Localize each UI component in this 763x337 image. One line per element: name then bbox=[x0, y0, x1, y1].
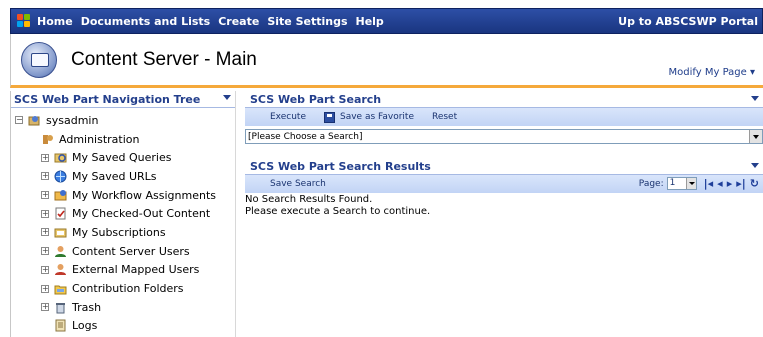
nav-help[interactable]: Help bbox=[356, 15, 384, 28]
tree-item-label: My Checked-Out Content bbox=[72, 207, 211, 221]
dropdown-arrow-icon[interactable] bbox=[749, 130, 762, 143]
users-icon bbox=[54, 245, 67, 258]
next-page-icon[interactable]: ▸ bbox=[727, 177, 733, 190]
saved-queries-icon bbox=[54, 151, 67, 164]
save-search-button[interactable]: Save Search bbox=[270, 179, 326, 189]
modify-my-page-link[interactable]: Modify My Page ▾ bbox=[669, 67, 755, 78]
floppy-disk-icon bbox=[324, 111, 335, 123]
expand-icon[interactable]: + bbox=[41, 303, 49, 312]
tree-item-label: My Workflow Assignments bbox=[72, 188, 216, 202]
navigation-tree-header: SCS Web Part Navigation Tree bbox=[11, 91, 235, 108]
sharepoint-logo-icon bbox=[17, 14, 31, 28]
tree-item-label: Logs bbox=[72, 319, 98, 333]
webpart-menu-icon[interactable] bbox=[751, 96, 759, 101]
execute-prompt-text: Please execute a Search to continue. bbox=[245, 206, 431, 217]
tree-item-label: My Saved URLs bbox=[72, 169, 157, 183]
tree-item-label: My Saved Queries bbox=[72, 151, 172, 165]
save-as-favorite-button[interactable]: Save as Favorite bbox=[324, 111, 414, 123]
navigation-tree: − sysadmin Administration + My Saved Que… bbox=[11, 108, 235, 335]
navigation-tree-title: SCS Web Part Navigation Tree bbox=[14, 92, 201, 106]
tree-root-label: sysadmin bbox=[46, 113, 99, 127]
tree-item-content-server-users[interactable]: + Content Server Users bbox=[11, 242, 235, 261]
folders-icon bbox=[54, 282, 67, 295]
tree-item-my-saved-queries[interactable]: + My Saved Queries bbox=[11, 148, 235, 167]
tree-root[interactable]: − sysadmin bbox=[11, 111, 235, 130]
external-users-icon bbox=[54, 263, 67, 276]
subscriptions-icon bbox=[54, 226, 67, 239]
save-as-favorite-label: Save as Favorite bbox=[340, 112, 414, 122]
tree-item-logs[interactable]: Logs bbox=[11, 317, 235, 336]
tree-item-administration[interactable]: Administration bbox=[11, 130, 235, 149]
site-icon bbox=[21, 42, 57, 78]
checked-out-icon bbox=[54, 207, 67, 220]
expand-icon[interactable]: + bbox=[41, 284, 49, 293]
expand-icon[interactable]: + bbox=[41, 209, 49, 218]
nav-site-settings[interactable]: Site Settings bbox=[267, 15, 347, 28]
search-toolbar: Execute Save as Favorite Reset bbox=[245, 108, 763, 126]
reset-button[interactable]: Reset bbox=[432, 112, 457, 122]
tree-item-my-workflow-assignments[interactable]: + My Workflow Assignments bbox=[11, 186, 235, 205]
tree-item-label: External Mapped Users bbox=[72, 263, 200, 277]
admin-icon bbox=[41, 133, 54, 146]
expand-icon[interactable]: + bbox=[41, 191, 49, 200]
tree-item-label: Contribution Folders bbox=[72, 282, 184, 296]
tree-item-my-checked-out-content[interactable]: + My Checked-Out Content bbox=[11, 204, 235, 223]
tree-item-label: Content Server Users bbox=[72, 244, 190, 258]
expand-icon[interactable]: + bbox=[41, 265, 49, 274]
workflow-icon bbox=[54, 189, 67, 202]
user-root-icon bbox=[28, 114, 41, 127]
results-message: No Search Results Found. Please execute … bbox=[245, 194, 763, 218]
expander-placeholder bbox=[28, 135, 36, 144]
nav-documents-and-lists[interactable]: Documents and Lists bbox=[81, 15, 211, 28]
nav-up-to-portal[interactable]: Up to ABSCSWP Portal bbox=[618, 15, 758, 28]
search-select-value: [Please Choose a Search] bbox=[248, 131, 363, 142]
saved-urls-icon bbox=[54, 170, 67, 183]
no-results-text: No Search Results Found. bbox=[245, 194, 373, 205]
trash-icon bbox=[54, 301, 67, 314]
logs-icon bbox=[54, 319, 67, 332]
expand-icon[interactable]: + bbox=[41, 228, 49, 237]
tree-item-my-subscriptions[interactable]: + My Subscriptions bbox=[11, 223, 235, 242]
dropdown-arrow-icon[interactable] bbox=[685, 178, 696, 189]
top-nav-bar: Home Documents and Lists Create Site Set… bbox=[10, 8, 763, 34]
expand-icon[interactable]: + bbox=[41, 247, 49, 256]
refresh-icon[interactable]: ↻ bbox=[750, 177, 759, 190]
previous-page-icon[interactable]: ◂ bbox=[717, 177, 723, 190]
search-webpart-title: SCS Web Part Search bbox=[250, 92, 382, 106]
expand-icon[interactable]: + bbox=[41, 172, 49, 181]
last-page-icon[interactable]: ▸| bbox=[736, 177, 746, 190]
page-label: Page: bbox=[638, 178, 664, 189]
tree-item-my-saved-urls[interactable]: + My Saved URLs bbox=[11, 167, 235, 186]
tree-item-label: Trash bbox=[72, 300, 102, 314]
nav-home[interactable]: Home bbox=[37, 15, 73, 28]
expander-placeholder bbox=[41, 321, 49, 330]
first-page-icon[interactable]: |◂ bbox=[704, 177, 714, 190]
nav-create[interactable]: Create bbox=[218, 15, 259, 28]
tree-item-external-mapped-users[interactable]: + External Mapped Users bbox=[11, 261, 235, 280]
search-webpart-area: SCS Web Part Search Execute Save as Favo… bbox=[245, 91, 763, 337]
webpart-menu-icon[interactable] bbox=[223, 95, 231, 100]
webpart-menu-icon[interactable] bbox=[751, 163, 759, 168]
collapse-icon[interactable]: − bbox=[15, 116, 23, 125]
results-webpart-header: SCS Web Part Search Results bbox=[245, 158, 763, 175]
tree-item-label: My Subscriptions bbox=[72, 225, 166, 239]
page-title: Content Server - Main bbox=[71, 49, 257, 70]
search-webpart-header: SCS Web Part Search bbox=[245, 91, 763, 108]
pager: Page: 1 |◂ ◂ ▸ ▸| ↻ bbox=[639, 177, 759, 190]
search-select[interactable]: [Please Choose a Search] bbox=[245, 129, 763, 144]
page-select-value: 1 bbox=[669, 178, 676, 188]
tree-item-trash[interactable]: + Trash bbox=[11, 298, 235, 317]
tree-item-contribution-folders[interactable]: + Contribution Folders bbox=[11, 279, 235, 298]
results-toolbar: Save Search Page: 1 |◂ ◂ ▸ ▸| ↻ bbox=[245, 175, 763, 193]
page-select[interactable]: 1 bbox=[666, 177, 697, 190]
execute-button[interactable]: Execute bbox=[270, 112, 306, 122]
results-webpart-title: SCS Web Part Search Results bbox=[250, 159, 431, 173]
navigation-tree-webpart: SCS Web Part Navigation Tree − sysadmin … bbox=[10, 91, 236, 337]
page-header: Content Server - Main Modify My Page ▾ bbox=[10, 34, 763, 88]
expand-icon[interactable]: + bbox=[41, 153, 49, 162]
tree-item-label: Administration bbox=[59, 132, 140, 146]
